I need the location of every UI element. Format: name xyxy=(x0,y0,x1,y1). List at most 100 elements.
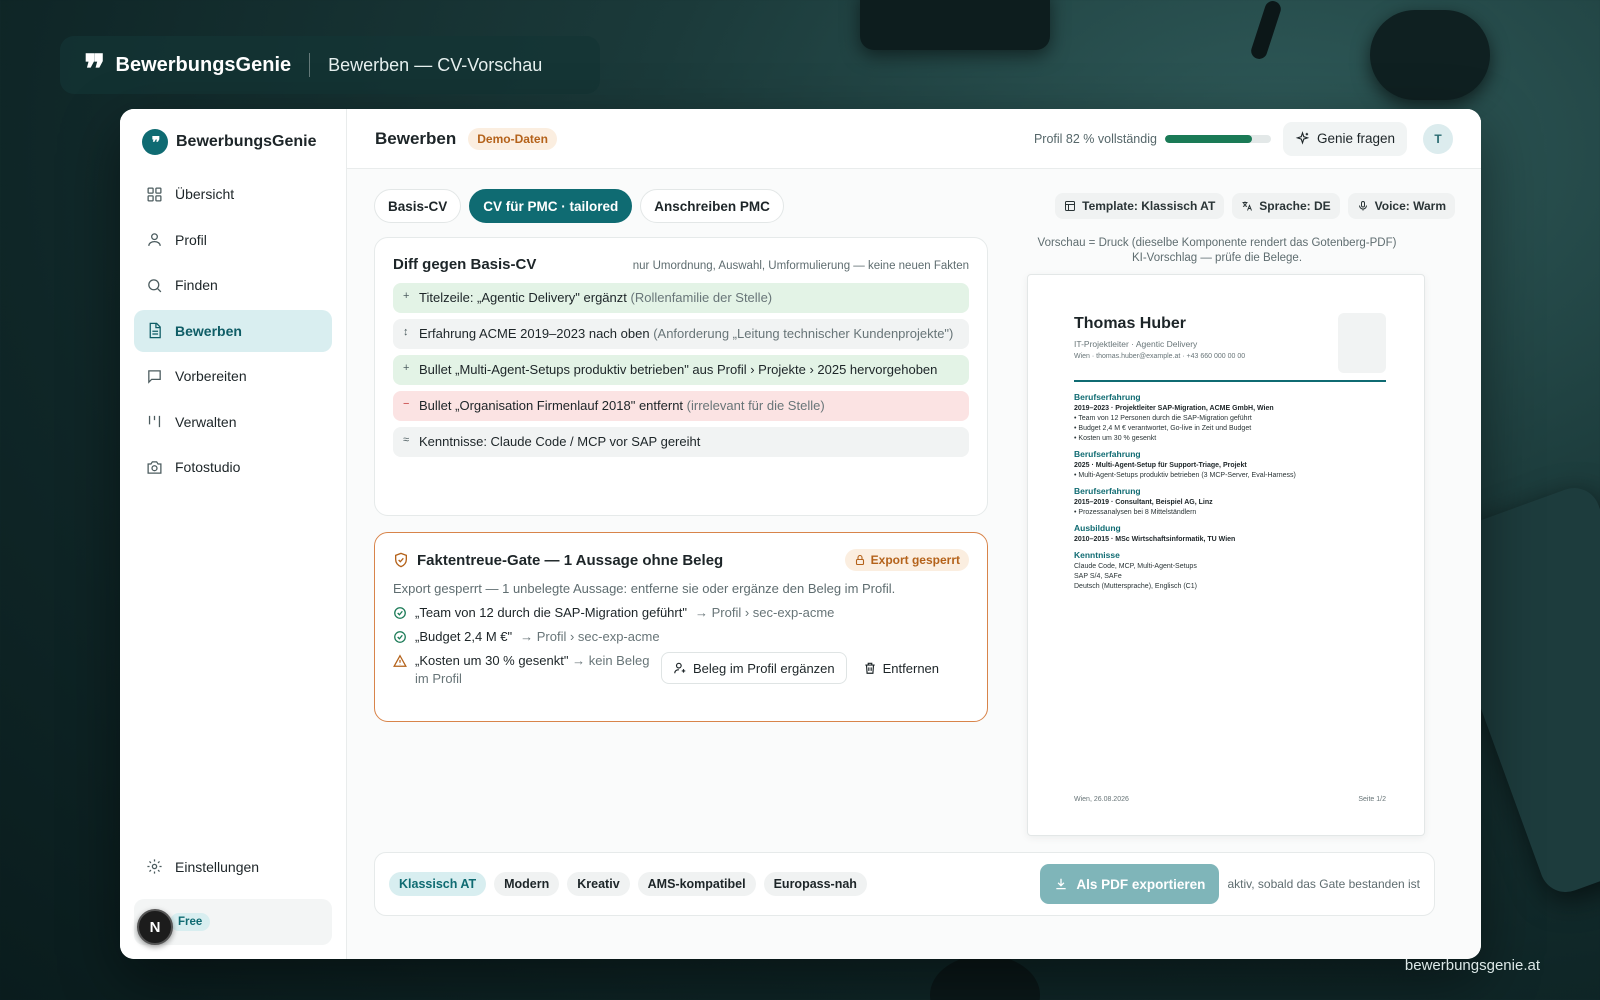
diff-text: Kenntnisse: Claude Code / MCP vor SAP ge… xyxy=(419,434,701,449)
kanban-icon xyxy=(148,415,161,428)
sidebar-item-verwalten[interactable]: Verwalten xyxy=(134,401,332,443)
add-evidence-label: Beleg im Profil ergänzen xyxy=(693,660,835,676)
tab-anschreiben-pmc[interactable]: Anschreiben PMC xyxy=(640,189,784,223)
cv-footer-date: Wien, 26.08.2026 xyxy=(1074,796,1129,803)
claim-text: „Budget 2,4 M €" xyxy=(415,629,513,644)
diff-row-added: + Bullet „Multi-Agent-Setups produktiv b… xyxy=(393,355,969,385)
search-icon xyxy=(148,278,162,292)
sidebar-item-label: Übersicht xyxy=(175,186,235,202)
content: Basis-CV CV für PMC · tailored Anschreib… xyxy=(347,169,1481,959)
move-icon: ↕ xyxy=(403,326,409,338)
preview-caption-line1: Vorschau = Druck (dieselbe Komponente re… xyxy=(1037,237,1397,249)
account-avatar[interactable]: T xyxy=(1423,123,1453,154)
template-option-klassisch-at[interactable]: Klassisch AT xyxy=(389,872,487,896)
sidebar-brand[interactable]: ❞ BewerbungsGenie xyxy=(134,129,332,155)
tab-cv-pmc-tailored[interactable]: CV für PMC · tailored xyxy=(469,189,633,223)
cv-bullet: • Budget 2,4 M € verantwortet, Go-live i… xyxy=(1074,424,1252,432)
chat-icon xyxy=(148,369,161,384)
cv-entry: 2025 · Multi-Agent-Setup für Support-Tri… xyxy=(1074,461,1247,469)
sidebar-item-label: Finden xyxy=(175,277,218,293)
sidebar-item-bewerben[interactable]: Bewerben xyxy=(134,309,332,352)
diff-row-removed: − Bullet „Organisation Firmenlauf 2018" … xyxy=(393,391,969,421)
check-circle-icon xyxy=(394,630,406,643)
template-option-ams[interactable]: AMS-kompatibel xyxy=(637,872,756,896)
add-evidence-button[interactable]: Beleg im Profil ergänzen xyxy=(661,652,847,684)
footer-domain[interactable]: bewerbungsgenie.at xyxy=(1405,957,1540,974)
sidebar-item-profil[interactable]: Profil xyxy=(134,219,332,261)
cv-skill-line: Deutsch (Muttersprache), Englisch (C1) xyxy=(1074,582,1197,590)
diff-card: Diff gegen Basis-CV nur Umordnung, Auswa… xyxy=(374,237,988,516)
claim-reference[interactable]: → Profil › sec-exp-acme xyxy=(695,605,834,620)
document-tabs: Basis-CV CV für PMC · tailored Anschreib… xyxy=(374,189,784,223)
export-note: aktiv, sobald das Gate bestanden ist xyxy=(1227,877,1420,891)
export-pdf-label: Als PDF exportieren xyxy=(1076,876,1206,892)
approx-icon: ≈ xyxy=(403,434,410,446)
tab-basis-cv[interactable]: Basis-CV xyxy=(374,189,462,223)
translate-icon xyxy=(1242,201,1253,211)
diff-row-added: + Titelzeile: „Agentic Delivery" ergänzt… xyxy=(393,283,969,313)
claim-text: „Team von 12 durch die SAP-Migration gef… xyxy=(415,605,687,620)
claim-reference[interactable]: → Profil › sec-exp-acme xyxy=(520,629,659,644)
template-chip[interactable]: Template: Klassisch AT xyxy=(1055,193,1225,219)
cv-entry: 2015–2019 · Consultant, Beispiel AG, Lin… xyxy=(1074,498,1213,506)
diff-reason: (irrelevant für die Stelle) xyxy=(686,398,825,413)
voice-chip[interactable]: Voice: Warm xyxy=(1347,193,1455,219)
demo-badge: Demo-Daten xyxy=(468,127,557,150)
minus-icon: − xyxy=(403,398,410,410)
gate-item-unverified: „Kosten um 30 % gesenkt" → kein Beleg im… xyxy=(393,652,969,688)
check-circle-icon xyxy=(394,606,406,619)
plan-badge: Free xyxy=(170,913,211,931)
header-divider xyxy=(309,53,311,77)
brand-logo-icon: ❞ xyxy=(142,129,168,155)
sidebar-brand-name: BewerbungsGenie xyxy=(176,133,317,150)
template-option-modern[interactable]: Modern xyxy=(494,872,560,896)
cv-footer: Wien, 26.08.2026 Seite 1/2 xyxy=(1074,796,1386,803)
fact-gate-card: Faktentreue-Gate — 1 Aussage ohne Beleg … xyxy=(374,532,988,722)
sidebar-item-label: Fotostudio xyxy=(175,459,241,475)
gate-item-verified: „Budget 2,4 M €" → Profil › sec-exp-acme xyxy=(393,629,969,644)
user-avatar[interactable]: N xyxy=(137,909,173,945)
cv-preview-page[interactable]: Thomas Huber IT-Projektleiter · Agentic … xyxy=(1027,274,1425,836)
plus-icon: + xyxy=(403,290,410,302)
sidebar-item-einstellungen[interactable]: Einstellungen xyxy=(134,846,332,888)
sidebar-item-uebersicht[interactable]: Übersicht xyxy=(134,173,332,215)
ask-genie-label: Genie fragen xyxy=(1316,131,1395,146)
plan-card[interactable]: N Free xyxy=(134,899,332,945)
cv-photo-placeholder xyxy=(1338,313,1386,373)
sidebar-item-fotostudio[interactable]: Fotostudio xyxy=(134,446,332,488)
preview-caption: Vorschau = Druck (dieselbe Komponente re… xyxy=(1019,236,1415,266)
export-bar: Klassisch AT Modern Kreativ AMS-kompatib… xyxy=(374,852,1435,916)
ask-genie-button[interactable]: Genie fragen xyxy=(1282,121,1407,156)
warning-icon xyxy=(393,654,407,667)
language-chip[interactable]: Sprache: DE xyxy=(1232,193,1340,219)
sidebar-item-label: Einstellungen xyxy=(175,858,260,875)
user-plus-icon xyxy=(674,662,686,674)
cv-skill-line: SAP S/4, SAFe xyxy=(1074,572,1122,580)
template-option-kreativ[interactable]: Kreativ xyxy=(567,872,630,896)
cv-skill-line: Claude Code, MCP, Multi-Agent-Setups xyxy=(1074,562,1197,570)
template-option-europass[interactable]: Europass-nah xyxy=(763,872,867,896)
cv-section-title: Ausbildung xyxy=(1074,522,1121,533)
template-chip-label: Template: Klassisch AT xyxy=(1082,199,1216,213)
preview-caption-line2: KI-Vorschlag — prüfe die Belege. xyxy=(1131,252,1303,264)
sidebar-item-finden[interactable]: Finden xyxy=(134,264,332,306)
page-title: Bewerben xyxy=(375,128,457,148)
cv-section-title: Berufserfahrung xyxy=(1074,448,1141,459)
sidebar-item-label: Bewerben xyxy=(175,322,242,339)
sidebar: ❞ BewerbungsGenie Übersicht Profil Finde… xyxy=(120,109,347,959)
remove-claim-button[interactable]: Entfernen xyxy=(855,652,947,684)
diff-text: Bullet „Organisation Firmenlauf 2018" en… xyxy=(419,398,684,413)
export-locked-label: Export gesperrt xyxy=(870,553,960,567)
background-notebook xyxy=(860,0,1050,50)
diff-reason: (Anforderung „Leitung technischer Kunden… xyxy=(653,326,954,341)
cv-bullet: • Multi-Agent-Setups produktiv betrieben… xyxy=(1074,471,1296,479)
breadcrumb: Bewerben — CV-Vorschau xyxy=(328,54,543,75)
language-chip-label: Sprache: DE xyxy=(1259,199,1331,213)
cv-divider xyxy=(1074,380,1386,382)
cv-section-title: Berufserfahrung xyxy=(1074,391,1141,402)
user-icon xyxy=(148,233,161,246)
remove-claim-label: Entfernen xyxy=(882,660,940,676)
main-area: Bewerben Demo-Daten Profil 82 % vollstän… xyxy=(347,109,1481,959)
export-pdf-button[interactable]: Als PDF exportieren xyxy=(1040,864,1220,904)
sidebar-item-vorbereiten[interactable]: Vorbereiten xyxy=(134,355,332,397)
